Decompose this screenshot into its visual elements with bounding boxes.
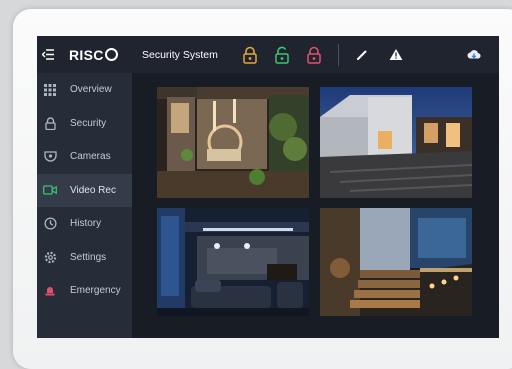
lock-icon <box>43 116 57 130</box>
sidebar-item-emergency[interactable]: Emergency <box>37 274 132 308</box>
sidebar-item-label: Overview <box>70 84 112 96</box>
disarmed-lock-icon[interactable] <box>274 46 290 64</box>
settings-icon <box>43 250 57 264</box>
app-screen: RISC Overview Security Cameras Video Rec <box>37 36 499 338</box>
cloud-connection-icon[interactable] <box>467 48 481 62</box>
camera-icon <box>43 150 57 164</box>
sidebar-item-history[interactable]: History <box>37 207 132 241</box>
sidebar-item-overview[interactable]: Overview <box>37 73 132 107</box>
warning-icon[interactable] <box>389 48 403 62</box>
camera-feed-living-room[interactable] <box>157 208 309 316</box>
risco-logo: RISC <box>69 47 118 63</box>
page-title: Security System <box>142 48 218 61</box>
camera-feed-stairs[interactable] <box>320 208 472 316</box>
sidebar-item-label: Video Rec <box>70 184 116 196</box>
video-icon <box>43 183 57 197</box>
emergency-icon <box>43 284 57 298</box>
sidebar-item-settings[interactable]: Settings <box>37 241 132 275</box>
sidebar-item-label: Settings <box>70 251 107 263</box>
logo-row: RISC <box>37 36 132 73</box>
menu-collapse-icon[interactable] <box>41 48 55 62</box>
sidebar-item-video-rec[interactable]: Video Rec <box>37 173 132 207</box>
sidebar-item-label: Emergency <box>70 285 121 297</box>
pencil-icon[interactable] <box>355 48 369 62</box>
sidebar-item-label: History <box>70 218 102 230</box>
sidebar: RISC Overview Security Cameras Video Rec <box>37 36 132 338</box>
grid-icon <box>43 83 57 97</box>
camera-grid <box>157 87 472 316</box>
sidebar-item-label: Security <box>70 117 107 129</box>
camera-feed-courtyard[interactable] <box>157 87 309 198</box>
sidebar-item-security[interactable]: Security <box>37 107 132 141</box>
sidebar-item-label: Cameras <box>70 151 111 163</box>
camera-feed-exterior[interactable] <box>320 87 472 198</box>
top-bar: Security System <box>132 36 499 73</box>
partial-arm-lock-icon[interactable] <box>242 46 258 64</box>
topbar-divider <box>338 43 339 66</box>
sidebar-item-cameras[interactable]: Cameras <box>37 140 132 174</box>
history-icon <box>43 217 57 231</box>
armed-lock-icon[interactable] <box>306 46 322 64</box>
